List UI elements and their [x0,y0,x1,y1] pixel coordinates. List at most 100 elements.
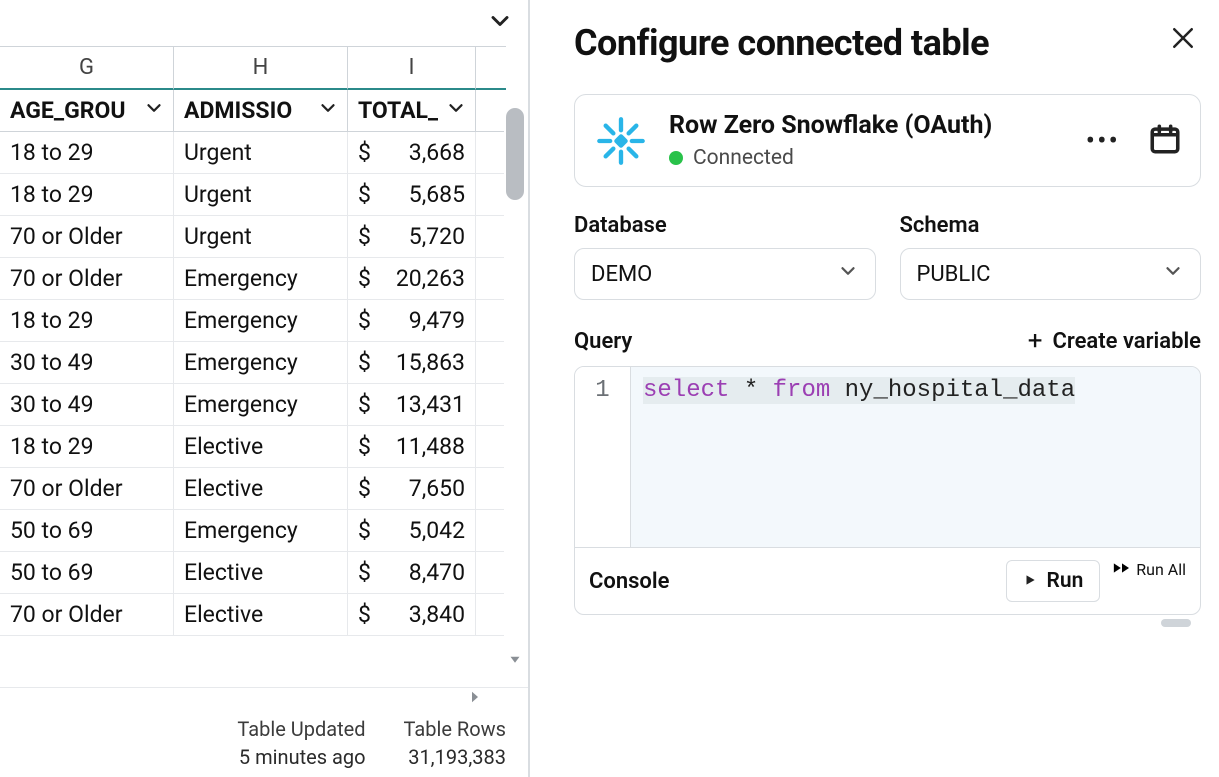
cell-total[interactable]: $8,470 [348,552,476,594]
cell-admission[interactable]: Elective [174,552,348,594]
sql-keyword-from: from [773,377,831,404]
column-header-i[interactable]: I [348,46,476,90]
create-variable-button[interactable]: + Create variable [1028,326,1201,356]
close-button[interactable] [1165,22,1201,58]
chevron-down-icon [837,260,859,288]
cell-age-group[interactable]: 18 to 29 [0,426,174,468]
run-button-label: Run [1047,569,1084,593]
table-row[interactable]: 50 to 69Emergency$5,042 [0,510,528,552]
column-header-g[interactable]: G [0,46,174,90]
play-icon [1023,569,1037,593]
more-options-button[interactable]: ••• [1080,124,1126,157]
chevron-down-icon [317,97,339,125]
cell-admission[interactable]: Urgent [174,132,348,174]
table-row[interactable]: 18 to 29Emergency$9,479 [0,300,528,342]
cell-total[interactable]: $3,840 [348,594,476,636]
sql-star: * [744,377,758,404]
table-row[interactable]: 30 to 49Emergency$15,863 [0,342,528,384]
cell-age-group[interactable]: 50 to 69 [0,510,174,552]
chevron-down-icon [445,97,467,125]
cell-total[interactable]: $5,720 [348,216,476,258]
table-updated-value: 5 minutes ago [237,745,365,769]
schema-label: Schema [900,213,1202,238]
cell-total[interactable]: $5,042 [348,510,476,552]
cell-admission[interactable]: Elective [174,426,348,468]
cell-total[interactable]: $15,863 [348,342,476,384]
table-row[interactable]: 18 to 29Urgent$3,668 [0,132,528,174]
table-rows-label: Table Rows [404,717,506,741]
cell-total[interactable]: $13,431 [348,384,476,426]
run-button[interactable]: Run [1006,560,1101,602]
table-row[interactable]: 70 or OlderElective$7,650 [0,468,528,510]
cell-admission[interactable]: Urgent [174,174,348,216]
table-row[interactable]: 50 to 69Elective$8,470 [0,552,528,594]
cell-admission[interactable]: Elective [174,468,348,510]
cell-admission[interactable]: Emergency [174,258,348,300]
query-label: Query [574,329,632,354]
cell-age-group[interactable]: 70 or Older [0,216,174,258]
plus-icon: + [1028,326,1043,356]
column-header-h[interactable]: H [174,46,348,90]
cell-total[interactable]: $20,263 [348,258,476,300]
cell-total[interactable]: $7,650 [348,468,476,510]
calendar-icon [1148,141,1182,160]
cell-total[interactable]: $3,668 [348,132,476,174]
filter-header-total[interactable]: TOTAL_ [348,90,476,132]
schema-select[interactable]: PUBLIC [900,248,1202,300]
table-status-bar: Table Updated 5 minutes ago Table Rows 3… [0,707,528,777]
cell-total[interactable]: $9,479 [348,300,476,342]
schedule-button[interactable] [1148,122,1182,160]
cell-age-group[interactable]: 70 or Older [0,258,174,300]
cell-age-group[interactable]: 30 to 49 [0,342,174,384]
cell-admission[interactable]: Emergency [174,342,348,384]
panel-title: Configure connected table [574,22,989,64]
cell-admission[interactable]: Emergency [174,384,348,426]
database-label: Database [574,213,876,238]
cell-admission[interactable]: Emergency [174,300,348,342]
resize-grip-icon [1161,619,1191,627]
vertical-scrollbar[interactable] [504,108,526,668]
run-all-button[interactable]: Run All [1112,560,1186,602]
cell-total[interactable]: $11,488 [348,426,476,468]
horizontal-scrollbar[interactable] [0,687,528,707]
chevron-down-icon [1162,260,1184,288]
cell-admission[interactable]: Emergency [174,510,348,552]
cell-total[interactable]: $5,685 [348,174,476,216]
table-row[interactable]: 30 to 49Emergency$13,431 [0,384,528,426]
database-select[interactable]: DEMO [574,248,876,300]
data-rows-container: 18 to 29Urgent$3,66818 to 29Urgent$5,685… [0,132,528,687]
line-number: 1 [575,377,630,404]
resize-handle[interactable] [574,615,1201,627]
cell-age-group[interactable]: 30 to 49 [0,384,174,426]
ellipsis-icon: ••• [1086,124,1120,157]
create-variable-label: Create variable [1053,329,1202,354]
cell-age-group[interactable]: 70 or Older [0,594,174,636]
cell-admission[interactable]: Urgent [174,216,348,258]
cell-age-group[interactable]: 18 to 29 [0,300,174,342]
cell-age-group[interactable]: 70 or Older [0,468,174,510]
filter-header-label: TOTAL_ [358,97,438,124]
table-rows-value: 31,193,383 [404,745,506,769]
double-play-icon [1112,560,1132,579]
filter-header-age-group[interactable]: AGE_GROU [0,90,174,132]
triangle-down-icon[interactable] [504,650,526,668]
schema-value: PUBLIC [917,262,991,287]
cell-age-group[interactable]: 50 to 69 [0,552,174,594]
table-row[interactable]: 70 or OlderElective$3,840 [0,594,528,636]
table-row[interactable]: 18 to 29Elective$11,488 [0,426,528,468]
table-row[interactable]: 70 or OlderUrgent$5,720 [0,216,528,258]
vertical-scrollbar-thumb[interactable] [506,108,524,200]
table-row[interactable]: 18 to 29Urgent$5,685 [0,174,528,216]
cell-admission[interactable]: Elective [174,594,348,636]
filter-header-admission[interactable]: ADMISSIO [174,90,348,132]
connection-card: Row Zero Snowflake (OAuth) Connected ••• [574,94,1201,187]
cell-age-group[interactable]: 18 to 29 [0,174,174,216]
editor-content[interactable]: select * from ny_hospital_data [631,367,1200,547]
console-label[interactable]: Console [589,569,669,594]
triangle-right-icon[interactable] [466,688,484,710]
connection-name: Row Zero Snowflake (OAuth) [669,111,1060,140]
close-icon [1168,23,1198,57]
cell-age-group[interactable]: 18 to 29 [0,132,174,174]
chevron-down-icon[interactable] [486,7,514,39]
table-row[interactable]: 70 or OlderEmergency$20,263 [0,258,528,300]
